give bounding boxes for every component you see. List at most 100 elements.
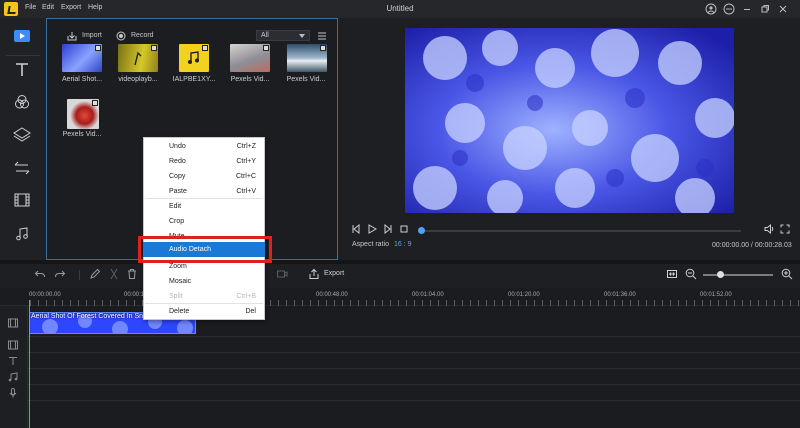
track-divider (28, 384, 800, 385)
play-icon[interactable] (367, 224, 378, 236)
delete-icon[interactable] (126, 268, 138, 283)
ruler-label: 00:01:20.00 (508, 292, 540, 298)
media-thumb-videoplayback[interactable] (118, 44, 158, 72)
voiceover-track-icon (7, 388, 19, 398)
restore-icon[interactable] (759, 3, 771, 15)
feedback-icon[interactable] (723, 3, 735, 15)
next-frame-icon[interactable] (383, 223, 393, 236)
ctx-item-shortcut: Ctrl+Z (236, 143, 256, 150)
text-track-icon (7, 356, 19, 366)
media-filter-select[interactable]: All (256, 30, 310, 41)
volume-icon[interactable] (764, 223, 775, 236)
record-icon[interactable] (116, 31, 126, 43)
aspect-ratio-select[interactable]: 16 : 9 (394, 241, 412, 248)
timeline-zoom-handle[interactable] (717, 271, 724, 278)
ruler-label: 00:01:36.00 (604, 292, 636, 298)
fullscreen-icon[interactable] (780, 224, 790, 236)
video-preview[interactable] (405, 28, 734, 213)
media-thumb-aerial[interactable] (62, 44, 102, 72)
aspect-ratio-label: Aspect ratio (352, 241, 389, 248)
ruler-label: 00:01:52.00 (700, 292, 732, 298)
text-icon[interactable] (12, 62, 32, 78)
timeline-zoom-slider[interactable] (703, 274, 773, 276)
redo-icon[interactable] (54, 268, 66, 283)
ctx-copy[interactable]: Copy Ctrl+C (143, 169, 265, 184)
playback-progress-bar[interactable] (421, 230, 741, 232)
list-view-icon[interactable] (317, 31, 327, 43)
toolbar-separator (79, 270, 80, 280)
ctx-edit[interactable]: Edit (143, 199, 265, 214)
zoom-in-icon[interactable] (781, 268, 793, 283)
media-thumb-audio[interactable] (179, 44, 209, 72)
ctx-split[interactable]: Split Ctrl+B (143, 289, 265, 304)
media-item-label[interactable]: IALPBE1XY... (168, 76, 220, 83)
ctx-item-label: Undo (169, 143, 186, 150)
close-icon[interactable] (777, 3, 789, 15)
playback-timecode: 00:00:00.00 / 00:00:28.03 (712, 242, 792, 249)
ctx-redo[interactable]: Redo Ctrl+Y (143, 154, 265, 169)
export-button[interactable]: Export (324, 270, 344, 277)
media-thumb-pexels-3[interactable] (67, 99, 99, 129)
playback-progress-handle[interactable] (418, 227, 425, 234)
ctx-undo[interactable]: Undo Ctrl+Z (143, 139, 265, 154)
ctx-mosaic[interactable]: Mosaic (143, 274, 265, 289)
import-button[interactable]: Import (82, 32, 102, 39)
ruler-label: 00:00:48.00 (316, 292, 348, 298)
thumb-badge (92, 100, 98, 106)
previous-frame-icon[interactable] (351, 223, 361, 236)
media-item-label[interactable]: videoplayb... (112, 76, 164, 83)
minimize-icon[interactable] (741, 3, 753, 15)
track-divider (28, 400, 800, 401)
media-icon[interactable] (14, 30, 30, 42)
ctx-item-label: Delete (169, 308, 190, 315)
user-icon[interactable] (705, 3, 717, 15)
export-icon[interactable] (308, 268, 320, 283)
ctx-item-label: Zoom (169, 263, 187, 270)
thumb-badge (263, 45, 269, 51)
element-icon[interactable] (12, 192, 32, 208)
ctx-item-label: Paste (169, 188, 187, 195)
media-item-label[interactable]: Aerial Shot... (56, 76, 108, 83)
filter-icon[interactable] (12, 94, 32, 110)
music-track-icon (7, 372, 19, 382)
ruler-label: 00:00:1 (124, 292, 145, 298)
fit-timeline-icon[interactable] (666, 268, 678, 283)
media-item-label[interactable]: Pexels Vid... (56, 131, 108, 138)
track-divider (28, 336, 800, 337)
timeline-playhead[interactable] (29, 300, 30, 428)
transition-icon[interactable] (12, 160, 32, 176)
ctx-delete[interactable]: Delete Del (143, 304, 265, 319)
freeze-frame-icon[interactable] (276, 268, 288, 283)
ctx-item-label: Redo (169, 158, 186, 165)
media-item-label[interactable]: Pexels Vid... (280, 76, 332, 83)
ctx-paste[interactable]: Paste Ctrl+V (143, 184, 265, 199)
ctx-item-label: Edit (169, 203, 182, 210)
annotation-highlight-box (138, 236, 272, 263)
split-icon[interactable] (108, 268, 120, 283)
pip-track-icon (7, 340, 19, 350)
filter-value: All (261, 32, 269, 39)
overlay-icon[interactable] (12, 127, 32, 143)
thumb-badge (202, 45, 208, 51)
ctx-item-shortcut: Ctrl+V (236, 188, 256, 195)
edit-pen-icon[interactable] (89, 268, 101, 283)
ruler-label: 00:00:00.00 (29, 292, 61, 298)
music-icon[interactable] (12, 226, 32, 242)
import-icon[interactable] (66, 31, 78, 43)
media-thumb-pexels-2[interactable] (287, 44, 327, 72)
media-item-label[interactable]: Pexels Vid... (224, 76, 276, 83)
thumb-badge (151, 45, 157, 51)
ctx-item-shortcut: Ctrl+Y (236, 158, 256, 165)
media-thumb-pexels-1[interactable] (230, 44, 270, 72)
stop-icon[interactable] (399, 224, 409, 236)
window-title: Untitled (386, 4, 414, 13)
ctx-item-label: Mosaic (169, 278, 192, 285)
ctx-crop[interactable]: Crop (143, 214, 265, 229)
track-divider (28, 368, 800, 369)
zoom-out-icon[interactable] (685, 268, 697, 283)
sidebar-divider (6, 55, 40, 56)
ctx-item-label: Crop (169, 218, 185, 225)
undo-icon[interactable] (34, 268, 46, 283)
thumb-badge (95, 45, 101, 51)
record-button[interactable]: Record (131, 32, 154, 39)
